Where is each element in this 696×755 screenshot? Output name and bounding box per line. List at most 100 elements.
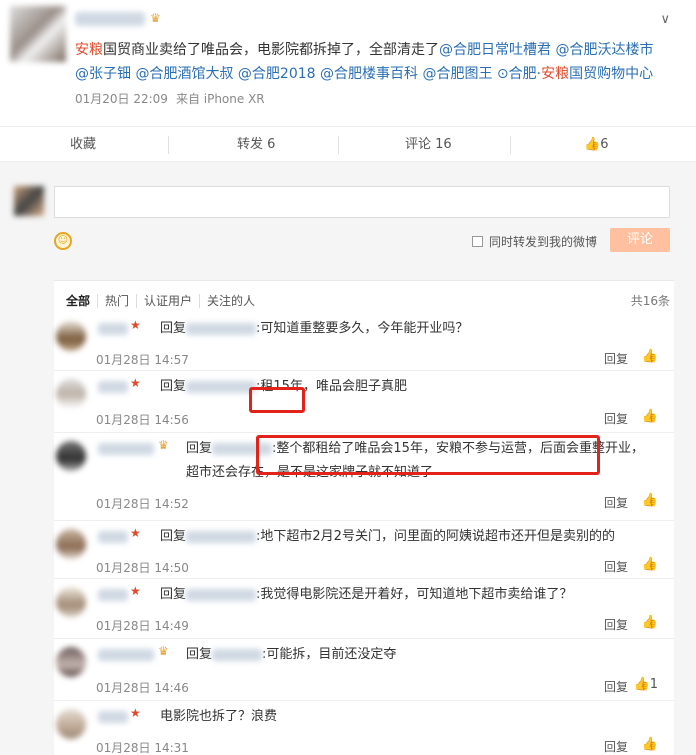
comment-like-button[interactable]: 👍 [642, 557, 658, 572]
comment-time: 01月28日 14:31 [96, 741, 189, 755]
location-highlight: 安粮 [541, 66, 570, 82]
thumbs-up-icon: 👍 [641, 493, 658, 508]
repost-checkbox[interactable] [472, 236, 483, 247]
verified-star-icon: ★ [130, 526, 141, 540]
post-source: 来自 iPhone XR [175, 92, 265, 106]
commenter-avatar[interactable] [56, 529, 86, 559]
comment-text: 回复 :可能拆，目前还没定夺 [186, 643, 654, 667]
comment-tab-button[interactable]: 评论 16 [405, 127, 452, 163]
comment-time: 01月28日 14:49 [96, 619, 189, 633]
commenter-avatar[interactable] [56, 709, 86, 739]
comment-body: :地下超市2月2号关门，问里面的阿姨说超市还开但是卖别的的 [256, 529, 615, 544]
commenter-name[interactable] [98, 531, 128, 543]
comment-text: 电影院也拆了？浪费 [160, 705, 654, 729]
favorite-button[interactable]: 收藏 [70, 127, 96, 163]
comment-like-button[interactable]: 👍1 [634, 677, 658, 692]
mention-link[interactable] [186, 588, 257, 601]
comment-body: :可知道重整要多久，今年能开业吗？ [256, 321, 469, 336]
mention-link[interactable]: @合肥楼事百科 [320, 66, 418, 82]
comment-like-button[interactable]: 👍 [642, 493, 658, 508]
commenter-avatar[interactable] [56, 441, 86, 471]
filter-hot[interactable]: 热门 [97, 294, 137, 308]
author-name[interactable] [75, 12, 145, 26]
mention-link[interactable]: @合肥图王 [422, 66, 492, 82]
repost-checkbox-label: 同时转发到我的微博 [489, 235, 598, 249]
location-link[interactable]: ⊙合肥·安粮国贸购物中心 [497, 66, 653, 82]
emoji-icon[interactable]: ☺ [54, 232, 72, 250]
highlight-box [256, 435, 600, 475]
submit-comment-button[interactable]: 评论 [610, 228, 670, 252]
mention-link[interactable]: @合肥2018 [238, 66, 316, 82]
verified-star-icon: ★ [130, 584, 141, 598]
comment-time: 01月28日 14:50 [96, 561, 189, 575]
mention-link[interactable] [186, 322, 257, 335]
crown-icon: ♛ [158, 644, 169, 658]
commenter-avatar[interactable] [56, 321, 86, 351]
commenter-name[interactable] [98, 711, 128, 723]
divider [510, 136, 511, 154]
like-count: 6 [600, 137, 609, 152]
reply-button[interactable]: 回复 [604, 616, 628, 633]
commenter-name[interactable] [98, 443, 154, 455]
mention-link[interactable]: @合肥沃达楼市 [555, 42, 653, 58]
location-text: 合肥·安粮国贸购物中心 [508, 66, 654, 82]
filter-verified[interactable]: 认证用户 [136, 294, 200, 308]
verified-star-icon: ★ [130, 376, 141, 390]
comment-row: ★ 回复 :地下超市2月2号关门，问里面的阿姨说超市还开但是卖别的的 01月28日 1… [54, 521, 674, 579]
post-date[interactable]: 01月20日 22:09 [75, 92, 168, 106]
reply-button[interactable]: 回复 [604, 678, 628, 695]
divider [338, 136, 339, 154]
verified-star-icon: ★ [130, 706, 141, 720]
comment-body: :可能拆，目前还没定夺 [262, 647, 397, 662]
post-text: 安粮国贸商业卖给了唯品会，电影院都拆掉了，全部清走了@合肥日常吐槽君 @合肥沃达… [75, 38, 675, 86]
commenter-name[interactable] [98, 649, 154, 661]
mention-link[interactable] [186, 380, 257, 393]
reply-button[interactable]: 回复 [604, 558, 628, 575]
filter-following[interactable]: 关注的人 [199, 294, 263, 308]
reply-button[interactable]: 回复 [604, 738, 628, 755]
crown-icon: ♛ [158, 438, 169, 452]
comment-like-count: 1 [649, 677, 658, 692]
commenter-name[interactable] [98, 381, 128, 393]
comment-input[interactable] [54, 186, 670, 218]
thumbs-up-icon: 👍 [641, 409, 658, 424]
author-avatar[interactable] [10, 6, 66, 62]
mention-link[interactable] [212, 648, 263, 661]
comment-body: 电影院也拆了？浪费 [160, 709, 278, 724]
post-text-body: 国贸商业卖给了唯品会，电影院都拆掉了，全部清走了 [103, 42, 439, 58]
filter-all[interactable]: 全部 [66, 294, 97, 308]
comment-time: 01月28日 14:52 [96, 497, 189, 511]
commenter-avatar[interactable] [56, 647, 86, 677]
like-button[interactable]: 👍6 [584, 127, 608, 163]
comment-total: 共16条 [630, 294, 670, 308]
mention-link[interactable] [186, 530, 257, 543]
commenter-avatar[interactable] [56, 587, 86, 617]
thumbs-up-icon: 👍 [641, 557, 658, 572]
reply-button[interactable]: 回复 [604, 494, 628, 511]
reply-button[interactable]: 回复 [604, 410, 628, 427]
comment-like-button[interactable]: 👍 [642, 349, 658, 364]
comment-like-button[interactable]: 👍 [642, 737, 658, 752]
repost-button[interactable]: 转发 6 [237, 127, 275, 163]
mention-link[interactable]: @合肥日常吐槽君 [439, 42, 551, 58]
comment-text: 回复:租15年，唯品会胆子真肥 [160, 375, 654, 399]
mention-link[interactable]: @合肥酒馆大叔 [135, 66, 233, 82]
crown-icon: ♛ [150, 11, 161, 25]
reply-prefix: 回复 [160, 321, 187, 336]
reply-prefix: 回复 [160, 379, 187, 394]
commenter-avatar[interactable] [56, 379, 86, 409]
reply-prefix: 回复 [186, 647, 213, 662]
reply-button[interactable]: 回复 [604, 350, 628, 367]
comment-like-button[interactable]: 👍 [642, 409, 658, 424]
thumbs-up-icon: 👍 [633, 677, 650, 692]
chevron-down-icon[interactable]: ∨ [660, 12, 670, 27]
comment-like-button[interactable]: 👍 [642, 615, 658, 630]
post-text-highlight: 安粮 [75, 42, 103, 58]
action-bar: 收藏 转发 6 评论 16 👍6 [0, 126, 696, 162]
comment-body: :我觉得电影院还是开着好，可知道地下超市卖给谁了？ [256, 587, 573, 602]
comment-row: ★ 电影院也拆了？浪费 01月28日 14:31 回复 👍 [54, 701, 674, 755]
commenter-name[interactable] [98, 589, 128, 601]
mention-link[interactable]: @张子钿 [75, 66, 131, 82]
commenter-name[interactable] [98, 323, 128, 335]
comment-time: 01月28日 14:57 [96, 353, 189, 367]
